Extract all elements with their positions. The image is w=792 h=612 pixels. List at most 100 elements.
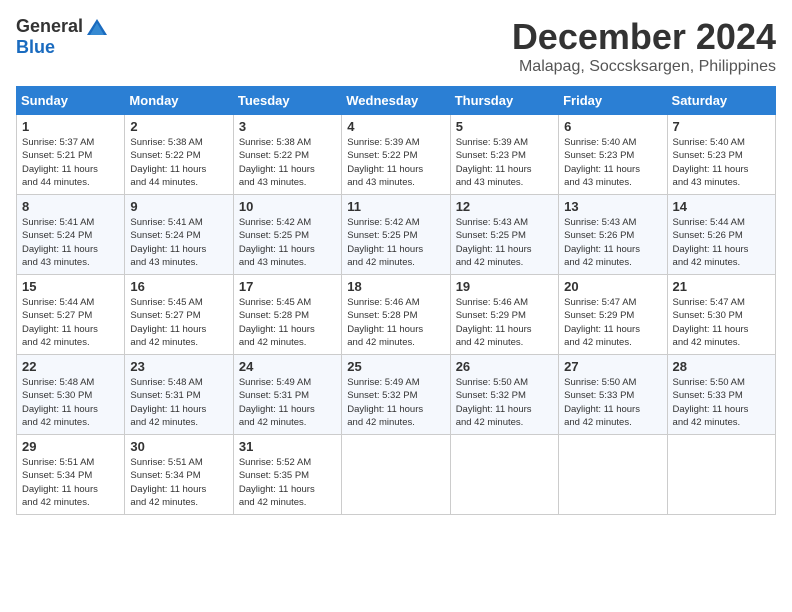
day-info: Sunrise: 5:39 AM Sunset: 5:23 PM Dayligh… xyxy=(456,137,532,188)
calendar-week-row: 22 Sunrise: 5:48 AM Sunset: 5:30 PM Dayl… xyxy=(17,355,776,435)
calendar-cell: 30 Sunrise: 5:51 AM Sunset: 5:34 PM Dayl… xyxy=(125,435,233,515)
day-number: 4 xyxy=(347,119,444,134)
day-number: 14 xyxy=(673,199,770,214)
day-info: Sunrise: 5:47 AM Sunset: 5:29 PM Dayligh… xyxy=(564,297,640,348)
day-info: Sunrise: 5:39 AM Sunset: 5:22 PM Dayligh… xyxy=(347,137,423,188)
logo-blue: Blue xyxy=(16,37,55,58)
day-number: 9 xyxy=(130,199,227,214)
month-title: December 2024 xyxy=(512,16,776,58)
day-number: 2 xyxy=(130,119,227,134)
logo-icon xyxy=(85,17,109,37)
calendar-cell: 2 Sunrise: 5:38 AM Sunset: 5:22 PM Dayli… xyxy=(125,115,233,195)
day-info: Sunrise: 5:41 AM Sunset: 5:24 PM Dayligh… xyxy=(22,217,98,268)
calendar-cell: 11 Sunrise: 5:42 AM Sunset: 5:25 PM Dayl… xyxy=(342,195,450,275)
calendar-cell: 18 Sunrise: 5:46 AM Sunset: 5:28 PM Dayl… xyxy=(342,275,450,355)
day-number: 28 xyxy=(673,359,770,374)
calendar-cell: 26 Sunrise: 5:50 AM Sunset: 5:32 PM Dayl… xyxy=(450,355,558,435)
calendar-cell: 24 Sunrise: 5:49 AM Sunset: 5:31 PM Dayl… xyxy=(233,355,341,435)
calendar-week-row: 1 Sunrise: 5:37 AM Sunset: 5:21 PM Dayli… xyxy=(17,115,776,195)
logo: General Blue xyxy=(16,16,111,58)
day-number: 8 xyxy=(22,199,119,214)
calendar-cell: 10 Sunrise: 5:42 AM Sunset: 5:25 PM Dayl… xyxy=(233,195,341,275)
day-number: 11 xyxy=(347,199,444,214)
calendar-cell: 23 Sunrise: 5:48 AM Sunset: 5:31 PM Dayl… xyxy=(125,355,233,435)
calendar-cell: 19 Sunrise: 5:46 AM Sunset: 5:29 PM Dayl… xyxy=(450,275,558,355)
day-number: 17 xyxy=(239,279,336,294)
logo-general: General xyxy=(16,16,83,37)
calendar-cell: 13 Sunrise: 5:43 AM Sunset: 5:26 PM Dayl… xyxy=(559,195,667,275)
day-info: Sunrise: 5:43 AM Sunset: 5:25 PM Dayligh… xyxy=(456,217,532,268)
day-info: Sunrise: 5:45 AM Sunset: 5:28 PM Dayligh… xyxy=(239,297,315,348)
day-number: 29 xyxy=(22,439,119,454)
day-info: Sunrise: 5:51 AM Sunset: 5:34 PM Dayligh… xyxy=(22,457,98,508)
day-number: 21 xyxy=(673,279,770,294)
day-number: 12 xyxy=(456,199,553,214)
day-info: Sunrise: 5:44 AM Sunset: 5:27 PM Dayligh… xyxy=(22,297,98,348)
day-info: Sunrise: 5:48 AM Sunset: 5:31 PM Dayligh… xyxy=(130,377,206,428)
day-number: 6 xyxy=(564,119,661,134)
day-number: 31 xyxy=(239,439,336,454)
day-number: 27 xyxy=(564,359,661,374)
title-area: December 2024 Malapag, Soccsksargen, Phi… xyxy=(512,16,776,76)
calendar-cell xyxy=(559,435,667,515)
header-saturday: Saturday xyxy=(667,87,775,115)
header-tuesday: Tuesday xyxy=(233,87,341,115)
calendar-cell xyxy=(450,435,558,515)
calendar-cell: 3 Sunrise: 5:38 AM Sunset: 5:22 PM Dayli… xyxy=(233,115,341,195)
day-number: 20 xyxy=(564,279,661,294)
day-number: 1 xyxy=(22,119,119,134)
day-info: Sunrise: 5:38 AM Sunset: 5:22 PM Dayligh… xyxy=(130,137,206,188)
header-sunday: Sunday xyxy=(17,87,125,115)
day-number: 5 xyxy=(456,119,553,134)
calendar-cell: 31 Sunrise: 5:52 AM Sunset: 5:35 PM Dayl… xyxy=(233,435,341,515)
calendar-cell: 9 Sunrise: 5:41 AM Sunset: 5:24 PM Dayli… xyxy=(125,195,233,275)
calendar-week-row: 29 Sunrise: 5:51 AM Sunset: 5:34 PM Dayl… xyxy=(17,435,776,515)
calendar-cell: 12 Sunrise: 5:43 AM Sunset: 5:25 PM Dayl… xyxy=(450,195,558,275)
calendar-cell: 1 Sunrise: 5:37 AM Sunset: 5:21 PM Dayli… xyxy=(17,115,125,195)
day-info: Sunrise: 5:37 AM Sunset: 5:21 PM Dayligh… xyxy=(22,137,98,188)
day-info: Sunrise: 5:41 AM Sunset: 5:24 PM Dayligh… xyxy=(130,217,206,268)
day-number: 13 xyxy=(564,199,661,214)
day-info: Sunrise: 5:50 AM Sunset: 5:32 PM Dayligh… xyxy=(456,377,532,428)
calendar-cell: 22 Sunrise: 5:48 AM Sunset: 5:30 PM Dayl… xyxy=(17,355,125,435)
location-title: Malapag, Soccsksargen, Philippines xyxy=(512,58,776,76)
calendar-table: SundayMondayTuesdayWednesdayThursdayFrid… xyxy=(16,86,776,515)
calendar-cell xyxy=(342,435,450,515)
calendar-cell: 28 Sunrise: 5:50 AM Sunset: 5:33 PM Dayl… xyxy=(667,355,775,435)
calendar-cell: 20 Sunrise: 5:47 AM Sunset: 5:29 PM Dayl… xyxy=(559,275,667,355)
calendar-cell: 25 Sunrise: 5:49 AM Sunset: 5:32 PM Dayl… xyxy=(342,355,450,435)
day-info: Sunrise: 5:43 AM Sunset: 5:26 PM Dayligh… xyxy=(564,217,640,268)
calendar-cell: 15 Sunrise: 5:44 AM Sunset: 5:27 PM Dayl… xyxy=(17,275,125,355)
calendar-cell: 8 Sunrise: 5:41 AM Sunset: 5:24 PM Dayli… xyxy=(17,195,125,275)
day-info: Sunrise: 5:51 AM Sunset: 5:34 PM Dayligh… xyxy=(130,457,206,508)
day-info: Sunrise: 5:45 AM Sunset: 5:27 PM Dayligh… xyxy=(130,297,206,348)
day-number: 7 xyxy=(673,119,770,134)
calendar-week-row: 8 Sunrise: 5:41 AM Sunset: 5:24 PM Dayli… xyxy=(17,195,776,275)
calendar-cell: 17 Sunrise: 5:45 AM Sunset: 5:28 PM Dayl… xyxy=(233,275,341,355)
day-info: Sunrise: 5:38 AM Sunset: 5:22 PM Dayligh… xyxy=(239,137,315,188)
day-number: 24 xyxy=(239,359,336,374)
calendar-cell xyxy=(667,435,775,515)
calendar-cell: 4 Sunrise: 5:39 AM Sunset: 5:22 PM Dayli… xyxy=(342,115,450,195)
calendar-cell: 27 Sunrise: 5:50 AM Sunset: 5:33 PM Dayl… xyxy=(559,355,667,435)
calendar-cell: 21 Sunrise: 5:47 AM Sunset: 5:30 PM Dayl… xyxy=(667,275,775,355)
day-number: 25 xyxy=(347,359,444,374)
day-info: Sunrise: 5:49 AM Sunset: 5:31 PM Dayligh… xyxy=(239,377,315,428)
header-friday: Friday xyxy=(559,87,667,115)
day-info: Sunrise: 5:49 AM Sunset: 5:32 PM Dayligh… xyxy=(347,377,423,428)
day-number: 19 xyxy=(456,279,553,294)
day-number: 16 xyxy=(130,279,227,294)
day-info: Sunrise: 5:46 AM Sunset: 5:28 PM Dayligh… xyxy=(347,297,423,348)
day-info: Sunrise: 5:52 AM Sunset: 5:35 PM Dayligh… xyxy=(239,457,315,508)
calendar-cell: 6 Sunrise: 5:40 AM Sunset: 5:23 PM Dayli… xyxy=(559,115,667,195)
day-number: 30 xyxy=(130,439,227,454)
day-info: Sunrise: 5:50 AM Sunset: 5:33 PM Dayligh… xyxy=(673,377,749,428)
day-number: 18 xyxy=(347,279,444,294)
day-info: Sunrise: 5:50 AM Sunset: 5:33 PM Dayligh… xyxy=(564,377,640,428)
day-number: 22 xyxy=(22,359,119,374)
day-info: Sunrise: 5:42 AM Sunset: 5:25 PM Dayligh… xyxy=(347,217,423,268)
day-info: Sunrise: 5:47 AM Sunset: 5:30 PM Dayligh… xyxy=(673,297,749,348)
day-number: 26 xyxy=(456,359,553,374)
day-info: Sunrise: 5:48 AM Sunset: 5:30 PM Dayligh… xyxy=(22,377,98,428)
calendar-cell: 29 Sunrise: 5:51 AM Sunset: 5:34 PM Dayl… xyxy=(17,435,125,515)
